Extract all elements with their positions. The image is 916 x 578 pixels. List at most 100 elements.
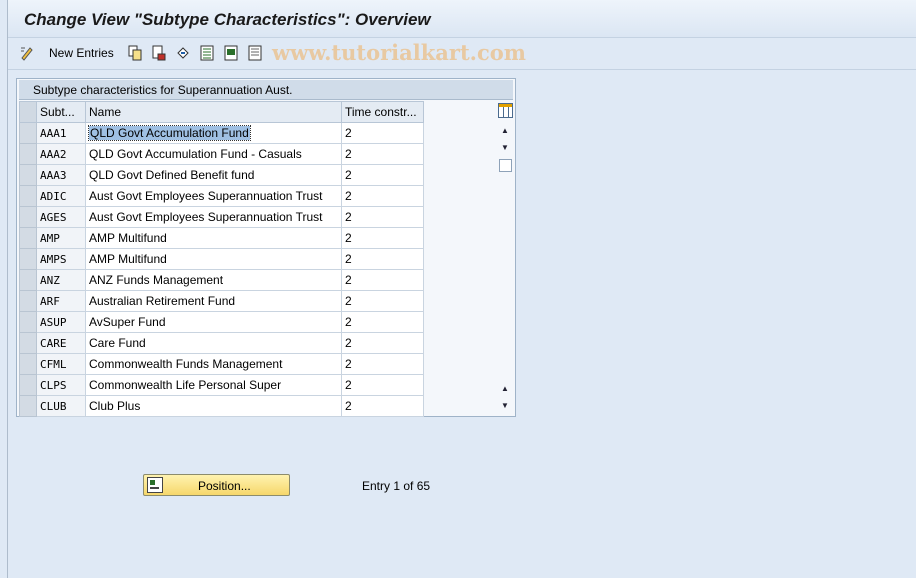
name-cell[interactable]: QLD Govt Defined Benefit fund xyxy=(85,164,342,186)
position-button[interactable]: Position... xyxy=(143,474,290,496)
name-input[interactable]: QLD Govt Defined Benefit fund xyxy=(89,168,254,182)
undo-change-icon[interactable] xyxy=(176,45,190,61)
time-constraint-cell[interactable]: 2 xyxy=(341,143,424,165)
name-input[interactable]: AMP Multifund xyxy=(89,252,167,266)
time-constraint-cell[interactable]: 2 xyxy=(341,206,424,228)
subtype-cell: CLUB xyxy=(36,395,86,417)
time-constraint-cell[interactable]: 2 xyxy=(341,332,424,354)
scroll-down-icon[interactable]: ▼ xyxy=(501,143,509,152)
select-all-column-header[interactable] xyxy=(19,101,37,123)
name-input[interactable]: Commonwealth Life Personal Super xyxy=(89,378,281,392)
column-header-time-constraint[interactable]: Time constr... xyxy=(341,101,424,123)
name-input[interactable]: QLD Govt Accumulation Fund xyxy=(88,125,251,141)
table-row[interactable]: CLPS Commonwealth Life Personal Super 2 xyxy=(19,374,424,396)
subtype-cell: ARF xyxy=(36,290,86,312)
name-cell[interactable]: Australian Retirement Fund xyxy=(85,290,342,312)
name-input[interactable]: AMP Multifund xyxy=(89,231,167,245)
name-input[interactable]: Aust Govt Employees Superannuation Trust xyxy=(89,210,322,224)
delete-icon[interactable] xyxy=(152,45,166,61)
row-selector[interactable] xyxy=(19,353,37,375)
subtype-cell: CARE xyxy=(36,332,86,354)
subtype-cell: AAA2 xyxy=(36,143,86,165)
name-cell[interactable]: QLD Govt Accumulation Fund xyxy=(85,122,342,144)
name-cell[interactable]: AMP Multifund xyxy=(85,248,342,270)
row-selector[interactable] xyxy=(19,185,37,207)
new-entries-button[interactable]: New Entries xyxy=(49,46,114,60)
row-selector[interactable] xyxy=(19,227,37,249)
time-constraint-cell[interactable]: 2 xyxy=(341,374,424,396)
name-cell[interactable]: Commonwealth Life Personal Super xyxy=(85,374,342,396)
table-row[interactable]: AMPS AMP Multifund 2 xyxy=(19,248,424,270)
name-cell[interactable]: Club Plus xyxy=(85,395,342,417)
name-cell[interactable]: Care Fund xyxy=(85,332,342,354)
row-selector[interactable] xyxy=(19,332,37,354)
time-constraint-cell[interactable]: 2 xyxy=(341,290,424,312)
scroll-thumb[interactable] xyxy=(499,159,512,172)
name-cell[interactable]: Aust Govt Employees Superannuation Trust xyxy=(85,206,342,228)
name-input[interactable]: Commonwealth Funds Management xyxy=(89,357,282,371)
table-row[interactable]: CLUB Club Plus 2 xyxy=(19,395,424,417)
page-down-icon[interactable]: ▼ xyxy=(501,401,509,410)
row-selector[interactable] xyxy=(19,290,37,312)
time-constraint-cell[interactable]: 2 xyxy=(341,311,424,333)
row-selector[interactable] xyxy=(19,143,37,165)
table-row[interactable]: ANZ ANZ Funds Management 2 xyxy=(19,269,424,291)
row-selector[interactable] xyxy=(19,206,37,228)
name-cell[interactable]: AvSuper Fund xyxy=(85,311,342,333)
table-row[interactable]: ADIC Aust Govt Employees Superannuation T… xyxy=(19,185,424,207)
vertical-scrollbar[interactable]: ▲ ▼ ▲ ▼ xyxy=(497,101,515,416)
deselect-all-icon[interactable] xyxy=(248,45,262,61)
copy-as-icon[interactable] xyxy=(128,45,142,61)
display-change-icon[interactable] xyxy=(20,45,34,61)
name-cell[interactable]: Commonwealth Funds Management xyxy=(85,353,342,375)
time-constraint-cell[interactable]: 2 xyxy=(341,269,424,291)
scroll-up-icon[interactable]: ▲ xyxy=(501,126,509,135)
name-input[interactable]: Aust Govt Employees Superannuation Trust xyxy=(89,189,322,203)
time-constraint-cell[interactable]: 2 xyxy=(341,185,424,207)
time-constraint-cell[interactable]: 2 xyxy=(341,395,424,417)
name-input[interactable]: Club Plus xyxy=(89,399,140,413)
row-selector[interactable] xyxy=(19,374,37,396)
select-block-icon[interactable] xyxy=(224,45,238,61)
time-constraint-cell[interactable]: 2 xyxy=(341,122,424,144)
table-row[interactable]: CFML Commonwealth Funds Management 2 xyxy=(19,353,424,375)
column-header-name[interactable]: Name xyxy=(85,101,342,123)
name-cell[interactable]: AMP Multifund xyxy=(85,227,342,249)
time-constraint-cell[interactable]: 2 xyxy=(341,164,424,186)
page-up-icon[interactable]: ▲ xyxy=(501,384,509,393)
row-selector[interactable] xyxy=(19,311,37,333)
page-title: Change View "Subtype Characteristics": O… xyxy=(24,10,431,29)
table-row[interactable]: CARE Care Fund 2 xyxy=(19,332,424,354)
name-cell[interactable]: QLD Govt Accumulation Fund - Casuals xyxy=(85,143,342,165)
name-cell[interactable]: ANZ Funds Management xyxy=(85,269,342,291)
time-constraint-cell[interactable]: 2 xyxy=(341,248,424,270)
row-selector[interactable] xyxy=(19,122,37,144)
row-selector[interactable] xyxy=(19,269,37,291)
entry-counter: Entry 1 of 65 xyxy=(362,479,431,493)
time-constraint-cell[interactable]: 2 xyxy=(341,227,424,249)
table-row[interactable]: AAA3 QLD Govt Defined Benefit fund 2 xyxy=(19,164,424,186)
table-row[interactable]: AAA1 QLD Govt Accumulation Fund 2 xyxy=(19,122,424,144)
row-selector[interactable] xyxy=(19,164,37,186)
table-title-bar: Subtype characteristics for Superannuati… xyxy=(19,80,513,100)
row-selector[interactable] xyxy=(19,395,37,417)
subtype-table: Subt... Name Time constr... AAA1 QLD Govt… xyxy=(19,101,424,417)
column-settings-icon[interactable] xyxy=(498,103,513,118)
name-input[interactable]: QLD Govt Accumulation Fund - Casuals xyxy=(89,147,302,161)
table-row[interactable]: AAA2 QLD Govt Accumulation Fund - Casuals… xyxy=(19,143,424,165)
name-input[interactable]: Care Fund xyxy=(89,336,146,350)
row-selector[interactable] xyxy=(19,248,37,270)
table-row[interactable]: AGES Aust Govt Employees Superannuation T… xyxy=(19,206,424,228)
name-input[interactable]: ANZ Funds Management xyxy=(89,273,223,287)
name-input[interactable]: AvSuper Fund xyxy=(89,315,166,329)
column-header-subtype[interactable]: Subt... xyxy=(36,101,86,123)
time-constraint-cell[interactable]: 2 xyxy=(341,353,424,375)
subtype-cell: ASUP xyxy=(36,311,86,333)
name-cell[interactable]: Aust Govt Employees Superannuation Trust xyxy=(85,185,342,207)
name-input[interactable]: Australian Retirement Fund xyxy=(89,294,235,308)
select-all-icon[interactable] xyxy=(200,45,214,61)
subtype-cell: AAA1 xyxy=(36,122,86,144)
table-row[interactable]: AMP AMP Multifund 2 xyxy=(19,227,424,249)
table-row[interactable]: ASUP AvSuper Fund 2 xyxy=(19,311,424,333)
table-row[interactable]: ARF Australian Retirement Fund 2 xyxy=(19,290,424,312)
